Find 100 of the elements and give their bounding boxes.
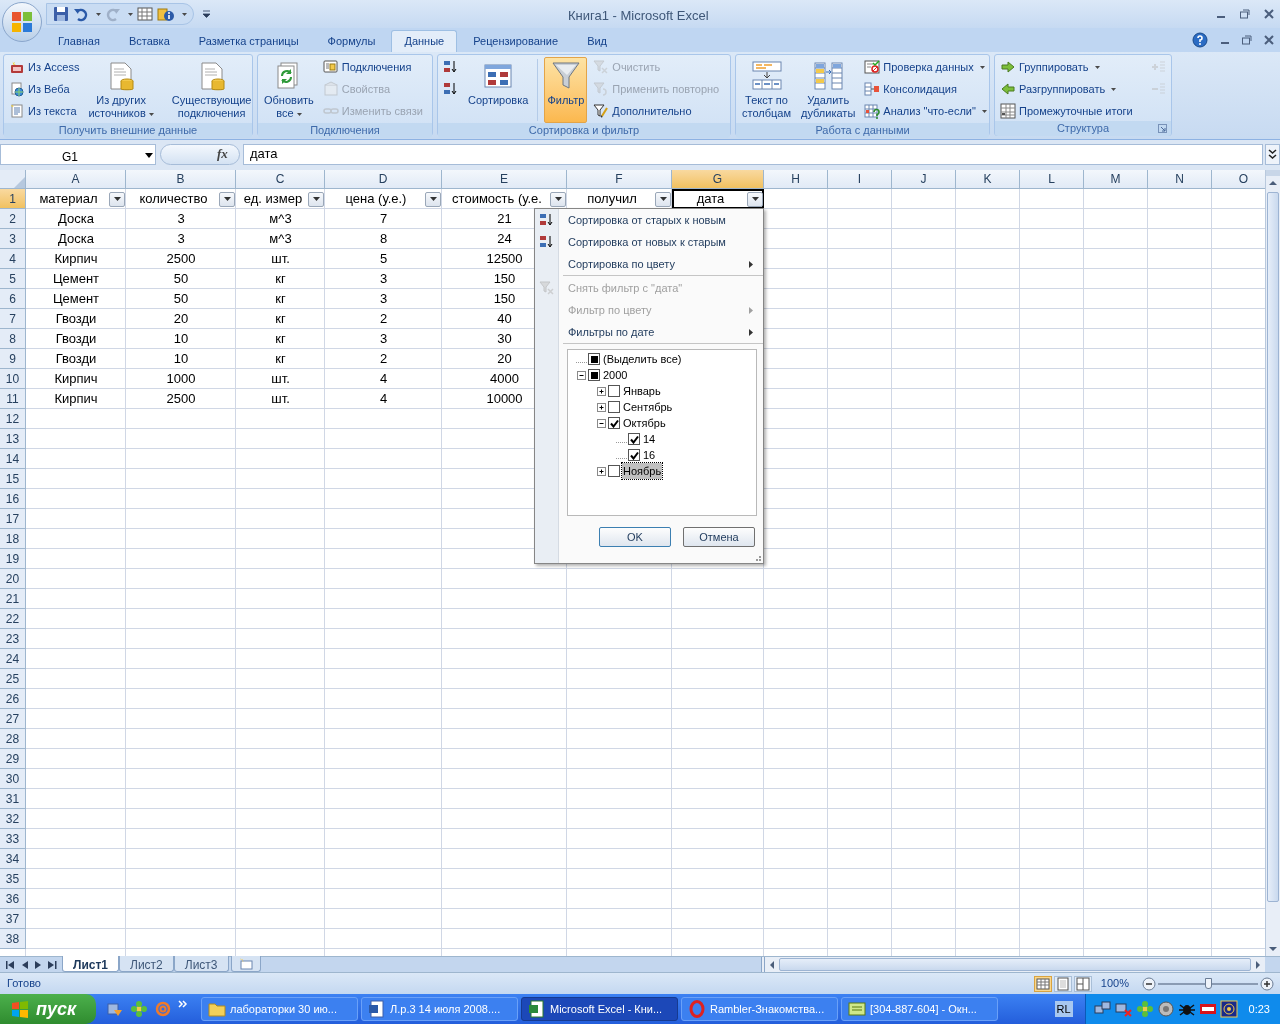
row-header[interactable]: 35 (0, 869, 26, 889)
menu-item[interactable]: Фильтры по дате (535, 321, 763, 343)
ribbon-button[interactable]: Удалить дубликаты (798, 57, 859, 123)
name-box[interactable]: G1 (0, 143, 156, 165)
row-header[interactable]: 2 (0, 209, 26, 229)
column-header[interactable]: D (325, 170, 442, 189)
row-header[interactable]: 38 (0, 929, 26, 949)
filter-dropdown-button[interactable] (219, 191, 235, 207)
show-desktop-icon[interactable] (106, 1000, 124, 1018)
checkbox[interactable] (628, 433, 640, 445)
column-header[interactable]: A (26, 170, 126, 189)
first-sheet-icon[interactable] (5, 960, 15, 969)
column-header[interactable]: N (1148, 170, 1212, 189)
ribbon-button[interactable]: Существующие подключения (168, 57, 255, 123)
tree-item[interactable]: 2000 (602, 366, 629, 384)
row-header[interactable]: 6 (0, 289, 26, 309)
flower-icon[interactable] (130, 1000, 148, 1018)
row-header[interactable]: 31 (0, 789, 26, 809)
ribbon-button[interactable]: Из Access (7, 57, 82, 77)
filter-dropdown-button[interactable] (550, 191, 566, 207)
checkbox[interactable] (608, 385, 620, 397)
ribbon-button[interactable]: Консолидация (862, 79, 989, 99)
formula-input[interactable]: дата (243, 143, 1263, 165)
taskbar-button[interactable]: Л.р.3 14 июля 2008.... (361, 997, 518, 1021)
row-header[interactable]: 4 (0, 249, 26, 269)
row-header[interactable]: 22 (0, 609, 26, 629)
last-sheet-icon[interactable] (47, 960, 57, 969)
ribbon-button[interactable]: Проверка данных (862, 57, 989, 77)
row-header[interactable]: 15 (0, 469, 26, 489)
row-header[interactable]: 10 (0, 369, 26, 389)
tree-item[interactable]: 16 (642, 446, 657, 464)
zoom-in-icon[interactable] (1260, 976, 1274, 991)
column-header[interactable]: E (442, 170, 567, 189)
dropdown-arrow-icon[interactable] (145, 152, 153, 158)
dialog-button[interactable]: Отмена (683, 527, 755, 547)
ribbon-button[interactable]: Из Веба (7, 79, 82, 99)
close-icon[interactable] (1264, 35, 1274, 45)
tree-item[interactable]: 14 (642, 430, 657, 448)
previous-sheet-icon[interactable] (21, 960, 28, 969)
row-header[interactable]: 29 (0, 749, 26, 769)
row-header[interactable]: 32 (0, 809, 26, 829)
row-header[interactable]: 36 (0, 889, 26, 909)
help-icon[interactable] (1192, 32, 1208, 48)
dialog-launcher-icon[interactable] (1158, 124, 1167, 133)
tree-item[interactable]: Ноябрь (622, 462, 663, 480)
ribbon-button[interactable]: Промежуточные итоги (998, 101, 1135, 121)
menu-item[interactable]: Сортировка от старых к новым (535, 209, 763, 231)
column-header[interactable]: G (672, 170, 764, 189)
column-header[interactable]: B (126, 170, 236, 189)
restore-icon[interactable] (1242, 35, 1252, 45)
taskbar-button[interactable]: лабораторки 30 ию... (201, 997, 358, 1021)
sheet-tab[interactable]: Лист3 (173, 956, 229, 972)
row-header[interactable]: 19 (0, 549, 26, 569)
ribbon-tab[interactable]: Разметка страницы (185, 30, 312, 52)
row-header[interactable]: 9 (0, 349, 26, 369)
resize-grip-icon[interactable] (753, 553, 761, 561)
column-header[interactable]: C (236, 170, 325, 189)
ribbon-tab[interactable]: Вставка (115, 30, 183, 52)
row-header[interactable]: 33 (0, 829, 26, 849)
ribbon-tab[interactable]: Данные (391, 30, 458, 52)
row-header[interactable]: 11 (0, 389, 26, 409)
tree-item[interactable]: Октябрь (622, 414, 667, 432)
expand-icon[interactable] (596, 401, 607, 413)
row-header[interactable]: 12 (0, 409, 26, 429)
column-header[interactable]: I (828, 170, 892, 189)
row-header[interactable]: 30 (0, 769, 26, 789)
dialog-button[interactable]: OK (599, 527, 671, 547)
expand-icon[interactable] (596, 465, 607, 477)
ribbon-button[interactable]: Подключения (320, 57, 425, 77)
filter-dropdown-button[interactable] (655, 191, 671, 207)
ribbon-button[interactable]: Разгруппировать (998, 79, 1135, 99)
column-header[interactable]: K (956, 170, 1020, 189)
info-icon[interactable] (157, 6, 175, 22)
active-cell[interactable]: дата (672, 189, 764, 209)
row-header[interactable]: 14 (0, 449, 26, 469)
row-header[interactable]: 17 (0, 509, 26, 529)
wireless-icon[interactable] (1219, 1000, 1238, 1018)
column-header[interactable]: H (764, 170, 828, 189)
taskbar-button[interactable]: Rambler-Знакомства... (681, 997, 838, 1021)
row-header[interactable]: 24 (0, 649, 26, 669)
column-header[interactable]: L (1020, 170, 1084, 189)
view-button[interactable] (1073, 975, 1092, 992)
column-header[interactable]: J (892, 170, 956, 189)
ribbon-button[interactable]: Из других источников (85, 57, 157, 123)
row-header[interactable]: 37 (0, 909, 26, 929)
horizontal-scrollbar[interactable] (765, 957, 1265, 972)
restore-icon[interactable] (1240, 9, 1250, 19)
sheet-tab[interactable]: Лист1 (62, 956, 120, 972)
ribbon-button[interactable]: Обновить все (261, 57, 317, 123)
row-header[interactable]: 8 (0, 329, 26, 349)
tree-item[interactable]: (Выделить все) (602, 350, 683, 368)
row-header[interactable]: 1 (0, 189, 26, 209)
collapse-icon[interactable] (576, 369, 587, 381)
row-header[interactable]: 18 (0, 529, 26, 549)
checkbox[interactable] (608, 465, 620, 477)
ribbon-button[interactable]: Дополнительно (591, 101, 722, 121)
ribbon-button[interactable]: Текст по столбцам (739, 57, 794, 123)
row-header[interactable]: 26 (0, 689, 26, 709)
row-header[interactable]: 3 (0, 229, 26, 249)
ribbon-button[interactable]: Сортировка (465, 57, 532, 123)
